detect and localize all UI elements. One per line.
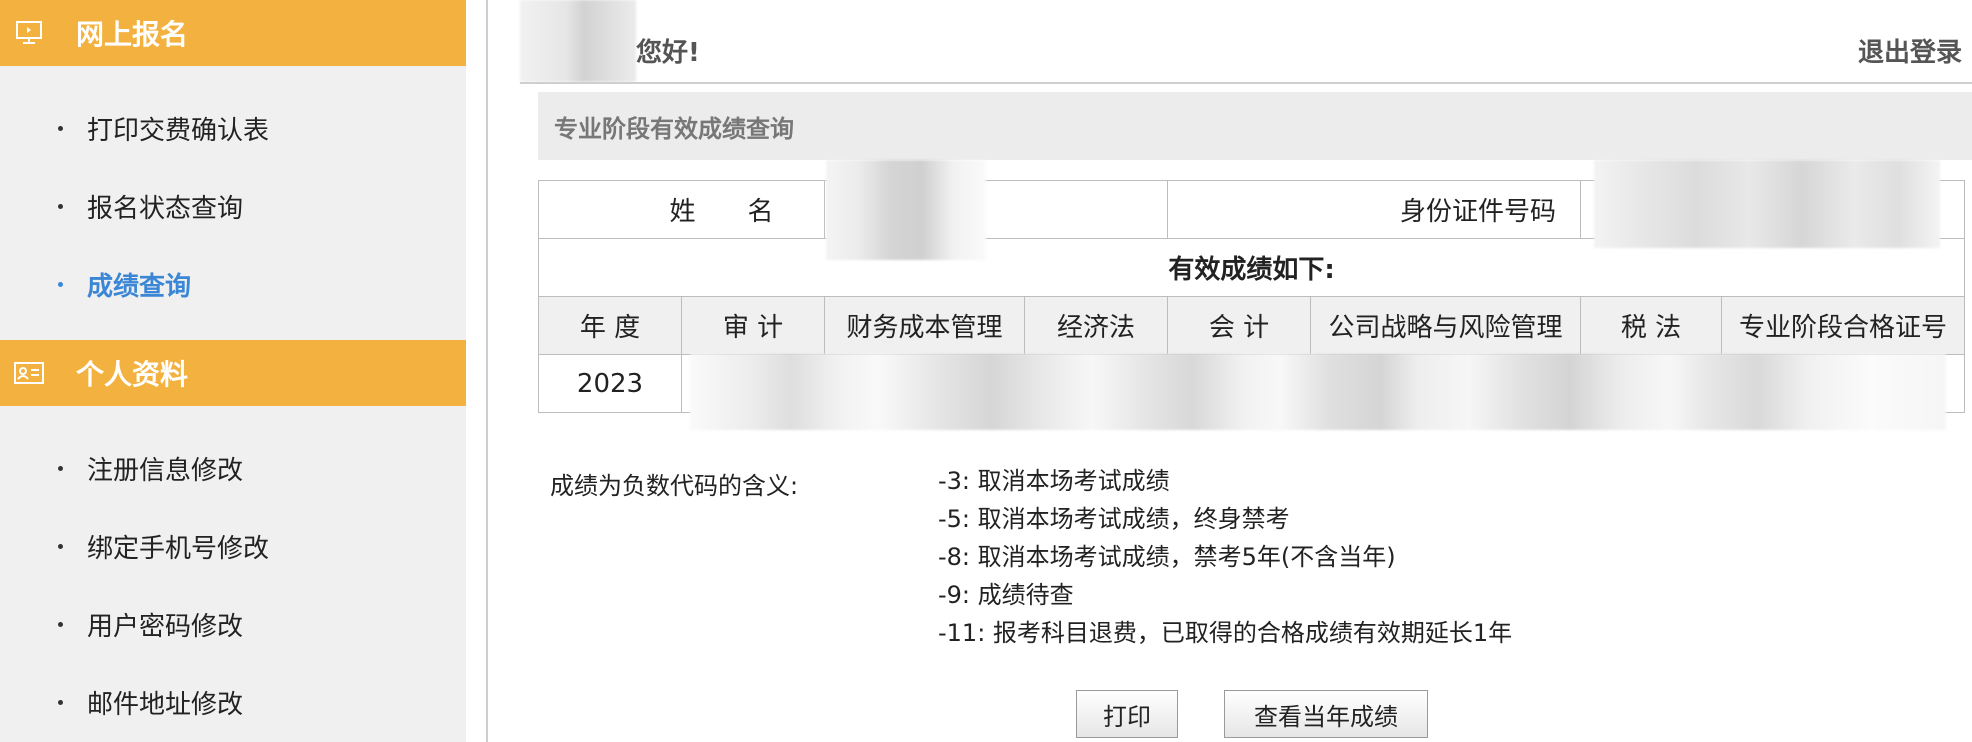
profile-card-icon [14,358,44,388]
bullet [58,622,63,627]
logout-link[interactable]: 退出登录 [1858,32,1962,69]
bullet [58,544,63,549]
col-year: 年 度 [538,296,682,355]
sidebar-item-edit-email[interactable]: 邮件地址修改 [58,684,243,721]
year-cell: 2023 [538,354,682,413]
negative-code-legend-label: 成绩为负数代码的含义: [550,472,799,500]
col-financial-cost-mgmt: 财务成本管理 [824,296,1026,355]
name-label: 姓 名 [537,180,826,239]
table-header-row: 年 度 审 计 财务成本管理 经济法 会 计 公司战略与风险管理 税 法 专业阶… [538,296,1966,355]
view-current-year-scores-button[interactable]: 查看当年成绩 [1224,690,1428,738]
bullet [58,204,63,209]
section-title: 个人资料 [76,358,189,391]
legend-line: -8: 取消本场考试成绩，禁考5年(不含当年) [938,543,1396,571]
legend-line: -5: 取消本场考试成绩，终身禁考 [938,505,1290,533]
sidebar-item-print-fee-confirmation[interactable]: 打印交费确认表 [58,110,269,147]
header-divider [520,82,1972,84]
sidebar-item-edit-password[interactable]: 用户密码修改 [58,606,243,643]
redacted-username [520,0,636,82]
sidebar: 网上报名 打印交费确认表 报名状态查询 成绩查询 个人资料 注册信息修改 绑定手… [0,0,466,742]
redacted-id-number [1594,160,1940,248]
col-economic-law: 经济法 [1024,296,1169,355]
col-tax-law: 税 法 [1580,296,1723,355]
sidebar-item-label: 报名状态查询 [87,194,244,224]
redacted-name [826,160,986,260]
sidebar-item-label: 用户密码修改 [87,612,244,642]
bullet [58,282,63,287]
legend-line: -11: 报考科目退费，已取得的合格成绩有效期延长1年 [938,619,1513,647]
sidebar-item-edit-registration[interactable]: 注册信息修改 [58,450,243,487]
sidebar-item-label: 邮件地址修改 [87,690,244,720]
col-audit: 审 计 [680,296,826,355]
sidebar-item-edit-phone[interactable]: 绑定手机号修改 [58,528,269,565]
bullet [58,126,63,131]
col-accounting: 会 计 [1167,296,1312,355]
redacted-scores [690,354,1946,430]
sidebar-item-label: 成绩查询 [87,272,192,302]
panel-title-text: 专业阶段有效成绩查询 [554,114,794,143]
sidebar-item-label: 注册信息修改 [87,456,244,486]
print-button[interactable]: 打印 [1076,690,1178,738]
sidebar-item-registration-status[interactable]: 报名状态查询 [58,188,243,225]
panel-title: 专业阶段有效成绩查询 [538,92,1972,160]
legend-line: -9: 成绩待查 [938,581,1074,609]
section-title: 网上报名 [76,18,189,51]
bullet [58,700,63,705]
monitor-icon [14,18,44,48]
legend-line: -3: 取消本场考试成绩 [938,467,1170,495]
sidebar-item-score-query[interactable]: 成绩查询 [58,266,191,303]
id-label: 身份证件号码 [1167,180,1582,239]
greeting-text: 您好! [636,38,700,68]
col-certificate-no: 专业阶段合格证号 [1721,296,1966,355]
sidebar-item-label: 绑定手机号修改 [87,534,270,564]
col-strategy-risk-mgmt: 公司战略与风险管理 [1310,296,1582,355]
sidebar-divider [486,0,488,742]
section-header-online-registration: 网上报名 [0,0,466,66]
negative-code-legend: -3: 取消本场考试成绩 -5: 取消本场考试成绩，终身禁考 -8: 取消本场考… [938,462,1512,652]
sidebar-item-label: 打印交费确认表 [87,116,270,146]
bullet [58,466,63,471]
section-header-personal-info: 个人资料 [0,340,466,406]
